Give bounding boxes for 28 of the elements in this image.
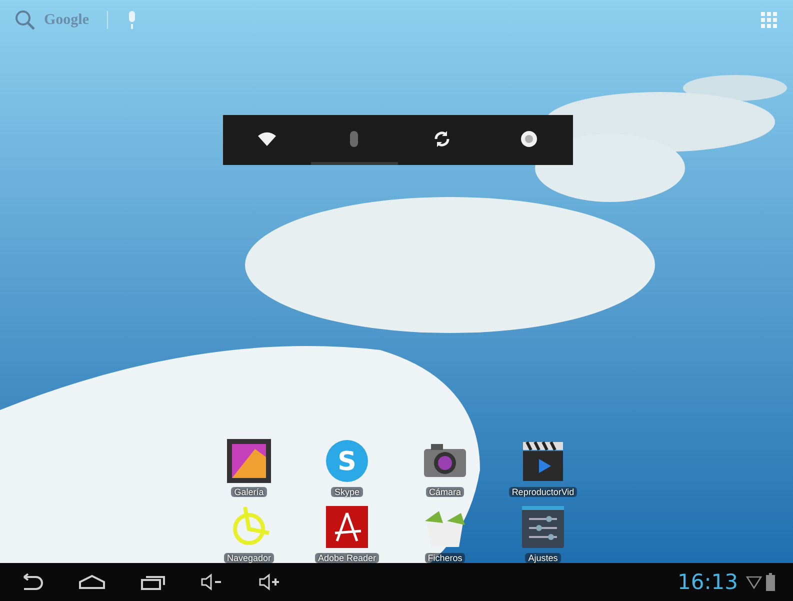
home-button[interactable] (78, 574, 106, 590)
picture-frame-icon (225, 437, 273, 485)
app-shortcut[interactable]: Ficheros (396, 503, 494, 563)
app-shortcut[interactable]: Cámara (396, 437, 494, 497)
app-shortcut[interactable]: Galería (200, 437, 298, 497)
app-shortcut[interactable]: Ajustes (494, 503, 592, 563)
app-label: ReproductorVid (508, 487, 578, 497)
clock-time: 16:13 (677, 570, 738, 594)
app-shortcut[interactable]: ReproductorVid (494, 437, 592, 497)
volume-down-button[interactable] (200, 573, 224, 591)
brightness-icon (519, 128, 540, 148)
wifi-signal-icon (746, 574, 762, 590)
recent-apps-button[interactable] (140, 574, 166, 590)
skype-logo-icon: S (323, 437, 371, 485)
app-label: Galería (231, 487, 267, 497)
sliders-icon (519, 503, 567, 551)
app-label: Ajustes (525, 553, 561, 563)
pdf-reader-icon (323, 503, 371, 551)
app-label: Skype (331, 487, 362, 497)
app-label: Ficheros (424, 553, 466, 563)
app-label: Navegador (224, 553, 274, 563)
app-shortcut[interactable]: Navegador (200, 503, 298, 563)
battery-icon (766, 573, 775, 591)
app-label: Adobe Reader (314, 553, 380, 563)
volume-up-button[interactable] (258, 573, 282, 591)
app-label: Cámara (426, 487, 464, 497)
app-shortcut[interactable]: S Skype (298, 437, 396, 497)
app-shortcut[interactable]: Adobe Reader (298, 503, 396, 563)
